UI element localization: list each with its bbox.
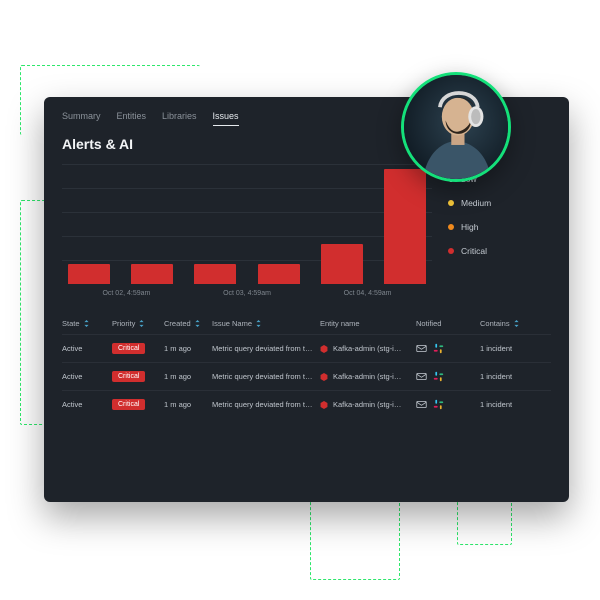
legend-item-critical[interactable]: Critical [448,246,491,256]
cell-contains: 1 incident [480,372,532,381]
legend-label: High [461,222,478,232]
tab-entities[interactable]: Entities [117,111,147,126]
x-axis-label: Oct 03, 4:59am [188,290,307,297]
cell-created: 1 m ago [164,400,208,409]
legend-dot-icon [448,224,454,230]
priority-badge: Critical [112,371,145,382]
table-header-row: State Priority Created Issue Name Entity nam… [62,319,551,334]
mail-icon[interactable] [416,399,427,410]
column-header-issue-name[interactable]: Issue Name [212,319,316,328]
mail-icon[interactable] [416,371,427,382]
x-axis-label: Oct 04, 4:59am [308,290,427,297]
slack-icon[interactable] [433,371,444,382]
alerts-bar-chart [62,164,432,284]
slack-icon[interactable] [433,399,444,410]
chart-bar[interactable] [384,169,426,284]
cell-issue-name: Metric query deviated from t… [212,344,316,353]
sort-icon [138,320,145,327]
hexagon-icon [320,373,328,381]
sort-icon [83,320,90,327]
cell-contains: 1 incident [480,344,532,353]
sort-icon [194,320,201,327]
cell-notified [416,399,476,410]
slack-icon[interactable] [433,343,444,354]
sort-icon [513,320,520,327]
entity-label: Kafka-admin (stg-i… [333,372,401,381]
tab-issues[interactable]: Issues [213,111,239,126]
chart-bar[interactable] [194,264,236,284]
cell-issue-name: Metric query deviated from t… [212,372,316,381]
issues-table: State Priority Created Issue Name Entity nam… [62,319,551,418]
cell-contains: 1 incident [480,400,532,409]
mail-icon[interactable] [416,343,427,354]
chart-bar[interactable] [68,264,110,284]
cell-priority: Critical [112,399,160,410]
table-row[interactable]: Active Critical 1 m ago Metric query deviat… [62,334,551,362]
sort-icon [255,320,262,327]
column-header-state[interactable]: State [62,319,108,328]
cell-created: 1 m ago [164,344,208,353]
legend-item-high[interactable]: High [448,222,491,232]
chart-bar[interactable] [258,264,300,284]
cell-entity: Kafka-admin (stg-i… [320,344,412,353]
legend-label: Critical [461,246,487,256]
column-label: Issue Name [212,319,252,328]
priority-badge: Critical [112,343,145,354]
column-header-priority[interactable]: Priority [112,319,160,328]
table-row[interactable]: Active Critical 1 m ago Metric query deviat… [62,362,551,390]
column-label: Notified [416,319,441,328]
cell-state: Active [62,344,108,353]
cell-entity: Kafka-admin (stg-i… [320,400,412,409]
cell-priority: Critical [112,343,160,354]
priority-badge: Critical [112,399,145,410]
hexagon-icon [320,345,328,353]
column-label: Contains [480,319,510,328]
entity-label: Kafka-admin (stg-i… [333,400,401,409]
legend-label: Medium [461,198,491,208]
decorative-dashed-box-bottom-1 [310,490,400,580]
legend-dot-icon [448,200,454,206]
column-label: Entity name [320,319,360,328]
tab-summary[interactable]: Summary [62,111,101,126]
cell-state: Active [62,400,108,409]
entity-label: Kafka-admin (stg-i… [333,344,401,353]
column-header-entity-name: Entity name [320,319,412,328]
chart-bar[interactable] [321,244,363,284]
table-row[interactable]: Active Critical 1 m ago Metric query deviat… [62,390,551,418]
cell-priority: Critical [112,371,160,382]
column-header-created[interactable]: Created [164,319,208,328]
cell-issue-name: Metric query deviated from t… [212,400,316,409]
column-label: Priority [112,319,135,328]
cell-state: Active [62,372,108,381]
avatar [401,72,511,182]
chart-x-axis: Oct 02, 4:59amOct 03, 4:59amOct 04, 4:59… [62,290,432,297]
chart-gridlines [62,164,432,284]
cell-notified [416,343,476,354]
avatar-illustration [404,75,508,179]
x-axis-label: Oct 02, 4:59am [67,290,186,297]
chart-bar[interactable] [131,264,173,284]
cell-entity: Kafka-admin (stg-i… [320,372,412,381]
column-label: Created [164,319,191,328]
legend-dot-icon [448,248,454,254]
legend-item-medium[interactable]: Medium [448,198,491,208]
column-header-notified: Notified [416,319,476,328]
chart-area: Oct 02, 4:59amOct 03, 4:59amOct 04, 4:59… [62,164,551,297]
hexagon-icon [320,401,328,409]
chart-legend: LowMediumHighCritical [448,174,491,297]
column-label: State [62,319,80,328]
cell-notified [416,371,476,382]
cell-created: 1 m ago [164,372,208,381]
column-header-contains[interactable]: Contains [480,319,532,328]
tab-libraries[interactable]: Libraries [162,111,197,126]
